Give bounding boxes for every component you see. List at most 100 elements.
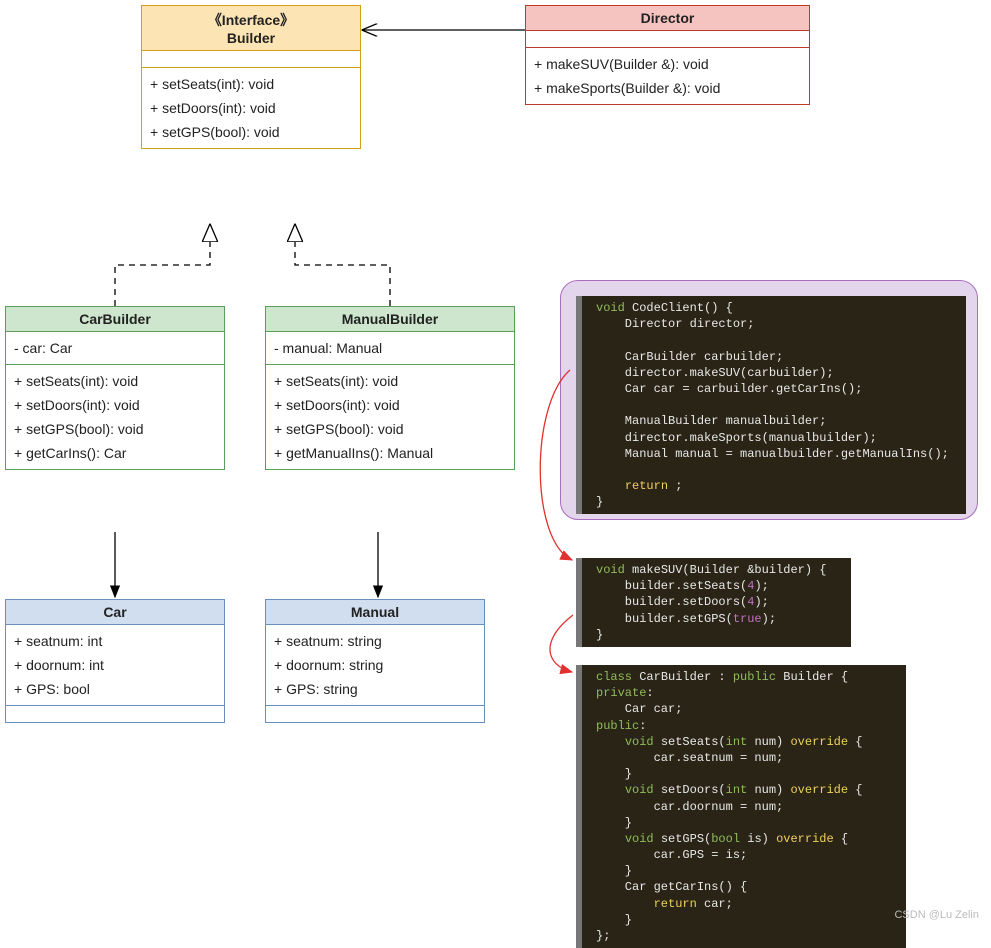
txt: Director director; [596, 317, 754, 331]
class-builder: 《Interface》 Builder + setSeats(int): voi… [141, 5, 361, 149]
txt [596, 783, 625, 797]
txt [596, 479, 625, 493]
kw: void [596, 301, 625, 315]
class-name: Director [532, 10, 803, 26]
txt: ; [668, 479, 682, 493]
txt: builder.setGPS( [596, 612, 733, 626]
class-manual: Manual + seatnum: string + doornum: stri… [265, 599, 485, 723]
method: + setGPS(bool): void [274, 417, 506, 441]
txt: Car car; [596, 702, 682, 716]
kw: public [733, 670, 776, 684]
txt: Car car = carbuilder.getCarIns(); [596, 382, 862, 396]
txt: { [834, 832, 848, 846]
txt: CarBuilder : [632, 670, 733, 684]
txt: car; [697, 897, 733, 911]
red-arrow-2 [550, 615, 573, 672]
kw: true [733, 612, 762, 626]
code-carbuilder-impl: class CarBuilder : public Builder { priv… [576, 665, 906, 948]
attrs-section: + seatnum: string + doornum: string + GP… [266, 625, 484, 706]
txt: ); [762, 612, 776, 626]
txt: car.GPS = is; [596, 848, 747, 862]
kw: return [654, 897, 697, 911]
txt: car.doornum = num; [596, 800, 783, 814]
class-manualbuilder: ManualBuilder - manual: Manual + setSeat… [265, 306, 515, 470]
kw: void [625, 783, 654, 797]
txt: setGPS( [654, 832, 712, 846]
txt: } [596, 864, 632, 878]
attr: + doornum: string [274, 653, 476, 677]
attr: + doornum: int [14, 653, 216, 677]
attr: + seatnum: int [14, 629, 216, 653]
kw: int [726, 783, 748, 797]
method: + setDoors(int): void [14, 393, 216, 417]
txt: ); [754, 579, 768, 593]
txt: } [596, 495, 603, 509]
attr: + GPS: bool [14, 677, 216, 701]
methods-section: + setSeats(int): void + setDoors(int): v… [142, 68, 360, 148]
txt: setDoors( [654, 783, 726, 797]
kw: bool [711, 832, 740, 846]
kw: override [776, 832, 834, 846]
method: + setDoors(int): void [150, 96, 352, 120]
class-carbuilder: CarBuilder - car: Car + setSeats(int): v… [5, 306, 225, 470]
kw: void [625, 735, 654, 749]
txt: CodeClient() { [625, 301, 733, 315]
method: + setDoors(int): void [274, 393, 506, 417]
txt: { [848, 735, 862, 749]
txt: director.makeSUV(carbuilder); [596, 366, 834, 380]
realize-manualbuilder [295, 225, 390, 306]
txt: car.seatnum = num; [596, 751, 783, 765]
code-client: void CodeClient() { Director director; C… [576, 296, 966, 514]
kw: private [596, 686, 646, 700]
txt: } [596, 767, 632, 781]
txt: Manual manual = manualbuilder.getManualI… [596, 447, 949, 461]
method: + getCarIns(): Car [14, 441, 216, 465]
attrs-section: + seatnum: int + doornum: int + GPS: boo… [6, 625, 224, 706]
attr: + seatnum: string [274, 629, 476, 653]
txt: builder.setDoors( [596, 595, 747, 609]
txt: director.makeSports(manualbuilder); [596, 431, 877, 445]
realize-carbuilder [115, 225, 210, 306]
method: + setSeats(int): void [14, 369, 216, 393]
txt [596, 735, 625, 749]
method: + setSeats(int): void [274, 369, 506, 393]
methods-section: + setSeats(int): void + setDoors(int): v… [6, 365, 224, 469]
kw: void [596, 563, 625, 577]
kw: override [790, 735, 848, 749]
class-car: Car + seatnum: int + doornum: int + GPS:… [5, 599, 225, 723]
class-name: CarBuilder [12, 311, 218, 327]
methods-section [266, 706, 484, 722]
txt: : [639, 719, 646, 733]
class-name: ManualBuilder [272, 311, 508, 327]
methods-section [6, 706, 224, 722]
class-name: Car [12, 604, 218, 620]
txt: makeSUV(Builder &builder) { [625, 563, 827, 577]
kw: void [625, 832, 654, 846]
txt: num) [747, 735, 790, 749]
stereotype: 《Interface》 [148, 10, 354, 30]
class-director: Director + makeSUV(Builder &): void + ma… [525, 5, 810, 105]
txt: } [596, 913, 632, 927]
code-makesuv: void makeSUV(Builder &builder) { builder… [576, 558, 851, 647]
kw: return [625, 479, 668, 493]
class-title: Manual [266, 600, 484, 625]
class-title: Car [6, 600, 224, 625]
class-title: ManualBuilder [266, 307, 514, 332]
attrs-section [142, 51, 360, 68]
method: + setGPS(bool): void [14, 417, 216, 441]
kw: class [596, 670, 632, 684]
txt: num) [747, 783, 790, 797]
methods-section: + setSeats(int): void + setDoors(int): v… [266, 365, 514, 469]
method: + getManualIns(): Manual [274, 441, 506, 465]
txt: }; [596, 929, 610, 943]
txt: builder.setSeats( [596, 579, 747, 593]
method: + makeSUV(Builder &): void [534, 52, 801, 76]
attr: - manual: Manual [274, 336, 506, 360]
attrs-section [526, 31, 809, 48]
txt: { [848, 783, 862, 797]
class-title: CarBuilder [6, 307, 224, 332]
txt: Car getCarIns() { [596, 880, 747, 894]
txt: Builder { [776, 670, 848, 684]
class-name: Builder [148, 30, 354, 46]
method: + makeSports(Builder &): void [534, 76, 801, 100]
